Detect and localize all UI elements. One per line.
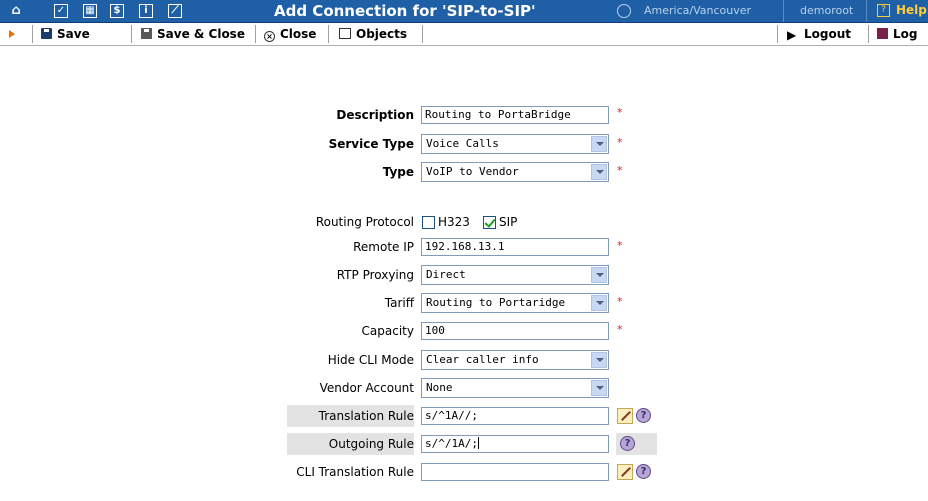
translation-rule-field[interactable]: s/^1A//; <box>421 407 609 425</box>
log-label: Log <box>893 27 918 41</box>
rtp-proxying-label: RTP Proxying <box>336 268 414 282</box>
capacity-label: Capacity <box>361 324 414 338</box>
remote-ip-label: Remote IP <box>353 240 414 254</box>
outgoing-rule-label: Outgoing Rule <box>328 437 414 451</box>
cli-translation-rule-label: CLI Translation Rule <box>296 465 414 479</box>
logout-label: Logout <box>804 27 852 41</box>
page-title: Add Connection for 'SIP-to-SIP' <box>274 2 536 20</box>
h323-label: H323 <box>438 215 470 229</box>
rtp-proxying-select[interactable]: Direct <box>421 265 609 285</box>
close-icon: × <box>264 31 275 42</box>
routing-protocol-label: Routing Protocol <box>315 215 414 229</box>
divider <box>131 25 132 43</box>
close-label: Close <box>280 27 317 41</box>
description-field[interactable]: Routing to PortaBridge <box>421 106 609 124</box>
log-icon <box>877 28 888 39</box>
capacity-field[interactable]: 100 <box>421 322 609 340</box>
sip-checkbox[interactable] <box>483 216 496 229</box>
divider <box>866 0 867 22</box>
clock-icon <box>617 4 631 18</box>
divider <box>783 0 784 22</box>
objects-label: Objects <box>356 27 408 41</box>
divider <box>868 25 869 43</box>
logout-icon: ▶ <box>787 28 797 42</box>
save-close-label: Save & Close <box>157 27 245 41</box>
required-marker: * <box>617 323 623 336</box>
vendor-account-value: None <box>426 381 453 394</box>
hide-cli-mode-select[interactable]: Clear caller info <box>421 350 609 370</box>
hide-cli-mode-value: Clear caller info <box>426 353 539 366</box>
description-label: Description <box>336 108 414 122</box>
required-marker: * <box>617 106 623 119</box>
title-bar: ⌂ ✓ ▦ $ i ⟋ Add Connection for 'SIP-to-S… <box>0 0 928 23</box>
help-icon[interactable]: ? <box>877 4 890 17</box>
chevron-down-icon <box>591 352 607 368</box>
text-cursor <box>477 437 479 449</box>
type-value: VoIP to Vendor <box>426 165 519 178</box>
required-marker: * <box>617 295 623 308</box>
save-close-icon <box>141 28 152 39</box>
chart-icon[interactable]: ⟋ <box>168 4 182 18</box>
log-button[interactable]: Log <box>877 23 917 45</box>
service-type-value: Voice Calls <box>426 137 499 150</box>
hide-cli-mode-label: Hide CLI Mode <box>327 353 414 367</box>
required-marker: * <box>617 164 623 177</box>
tariff-label: Tariff <box>384 296 414 310</box>
divider <box>32 25 33 43</box>
translation-rule-label: Translation Rule <box>318 409 414 423</box>
tariff-value: Routing to Portaridge <box>426 296 566 309</box>
play-arrow-icon[interactable] <box>9 30 15 38</box>
divider <box>328 25 329 43</box>
service-type-select[interactable]: Voice Calls <box>421 134 609 154</box>
service-type-label: Service Type <box>328 137 414 151</box>
outgoing-rule-field[interactable]: s/^/1A/; <box>421 435 609 453</box>
save-icon <box>41 28 52 39</box>
tariff-select[interactable]: Routing to Portaridge <box>421 293 609 313</box>
cli-translation-rule-field[interactable] <box>421 463 609 481</box>
objects-button[interactable]: Objects <box>339 23 407 45</box>
toolbar: Save Save & Close × Close Objects ▶ Logout… <box>0 23 928 46</box>
type-label: Type <box>382 165 414 179</box>
chevron-down-icon <box>591 164 607 180</box>
grid-icon[interactable]: ▦ <box>83 4 97 18</box>
save-close-button[interactable]: Save & Close <box>141 23 245 45</box>
timezone-link[interactable]: America/Vancouver <box>644 4 751 17</box>
logout-button[interactable]: ▶ Logout <box>787 23 851 45</box>
required-marker: * <box>617 239 623 252</box>
divider <box>422 25 423 43</box>
divider <box>255 25 256 43</box>
chevron-down-icon <box>591 295 607 311</box>
vendor-account-select[interactable]: None <box>421 378 609 398</box>
close-button[interactable]: × Close <box>264 23 316 45</box>
objects-icon <box>339 28 351 39</box>
dollar-icon[interactable]: $ <box>110 4 124 18</box>
magic-wand-icon[interactable] <box>617 464 633 480</box>
divider <box>777 25 778 43</box>
user-name[interactable]: demoroot <box>800 4 853 17</box>
required-marker: * <box>617 136 623 149</box>
outgoing-rule-value: s/^/1A/; <box>425 437 478 450</box>
remote-ip-field[interactable]: 192.168.13.1 <box>421 238 609 256</box>
chevron-down-icon <box>591 380 607 396</box>
save-button[interactable]: Save <box>41 23 90 45</box>
rtp-proxying-value: Direct <box>426 268 466 281</box>
help-link[interactable]: Help <box>896 3 927 17</box>
vendor-account-label: Vendor Account <box>319 381 414 395</box>
home-icon[interactable]: ⌂ <box>8 3 24 19</box>
help-icon[interactable]: ? <box>636 408 651 423</box>
magic-wand-icon[interactable] <box>617 408 633 424</box>
save-label: Save <box>57 27 90 41</box>
h323-checkbox[interactable] <box>422 216 435 229</box>
help-icon[interactable]: ? <box>620 436 635 451</box>
chevron-down-icon <box>591 136 607 152</box>
sip-label: SIP <box>499 215 518 229</box>
checklist-icon[interactable]: ✓ <box>54 4 68 18</box>
info-icon[interactable]: i <box>139 4 153 18</box>
type-select[interactable]: VoIP to Vendor <box>421 162 609 182</box>
chevron-down-icon <box>591 267 607 283</box>
help-icon[interactable]: ? <box>636 464 651 479</box>
